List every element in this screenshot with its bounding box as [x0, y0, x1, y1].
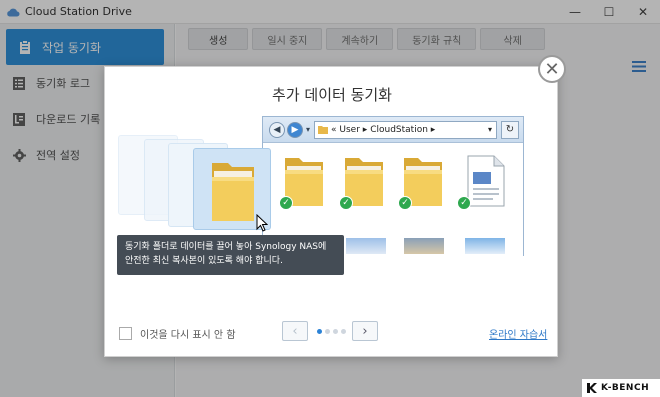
breadcrumb-prefix: « — [331, 124, 337, 135]
image-thumbnail — [404, 238, 444, 254]
forward-icon: ▶ — [287, 121, 303, 138]
image-thumbnail — [465, 238, 505, 254]
page-dot[interactable] — [333, 329, 338, 334]
dont-show-label: 이것을 다시 표시 안 함 — [140, 330, 236, 341]
sync-check-icon: ✓ — [339, 196, 353, 210]
close-dialog-button[interactable]: ✕ — [538, 55, 566, 83]
previous-page-button[interactable]: ‹ — [282, 321, 308, 341]
page-dot[interactable] — [325, 329, 330, 334]
kbench-logo: K-BENCH — [582, 379, 660, 397]
page-indicator — [317, 329, 346, 334]
dropdown-icon: ▾ — [306, 125, 311, 134]
address-field: « User ▸ CloudStation ▸ ▾ — [314, 120, 497, 139]
watermark-text: K-BENCH — [601, 383, 650, 393]
dialog-title: 추가 데이터 동기화 — [272, 86, 392, 104]
chevron-left-icon: ‹ — [292, 323, 298, 339]
instruction-tooltip: 동기화 폴더로 데이터를 끌어 놓아 Synology NAS에 안전한 최신 … — [117, 235, 344, 275]
sync-check-icon: ✓ — [279, 196, 293, 210]
chevron-down-icon: ▾ — [487, 125, 492, 134]
image-thumbnail — [346, 238, 386, 254]
breadcrumb-separator: ▸ — [362, 124, 368, 135]
dont-show-again[interactable]: 이것을 다시 표시 안 함 — [119, 326, 236, 341]
close-icon: ✕ — [544, 58, 560, 80]
page-dot[interactable] — [317, 329, 322, 334]
breadcrumb-cloudstation: CloudStation — [370, 124, 428, 135]
sync-check-icon: ✓ — [457, 196, 471, 210]
folder-small-icon — [318, 125, 329, 134]
tooltip-line-1: 동기화 폴더로 데이터를 끌어 놓아 Synology NAS에 — [125, 242, 327, 252]
refresh-icon: ↻ — [501, 120, 519, 139]
page-dot[interactable] — [341, 329, 346, 334]
cursor-icon — [256, 214, 268, 232]
dont-show-checkbox[interactable] — [119, 327, 132, 340]
next-page-button[interactable]: › — [352, 321, 378, 341]
folder-icon — [212, 163, 254, 221]
breadcrumb-separator: ▸ — [430, 124, 436, 135]
online-tutorial-link[interactable]: 온라인 자습서 — [489, 326, 547, 341]
back-icon: ◀ — [269, 121, 285, 138]
explorer-address-bar: ◀ ▶ ▾ « User ▸ CloudStation ▸ ▾ ↻ — [263, 117, 523, 143]
kbench-mark-icon — [587, 383, 597, 393]
sync-check-icon: ✓ — [398, 196, 412, 210]
chevron-right-icon: › — [362, 323, 368, 339]
tooltip-line-2: 안전한 최신 복사본이 있도록 해야 합니다. — [125, 256, 283, 266]
breadcrumb-user: User — [339, 124, 360, 135]
